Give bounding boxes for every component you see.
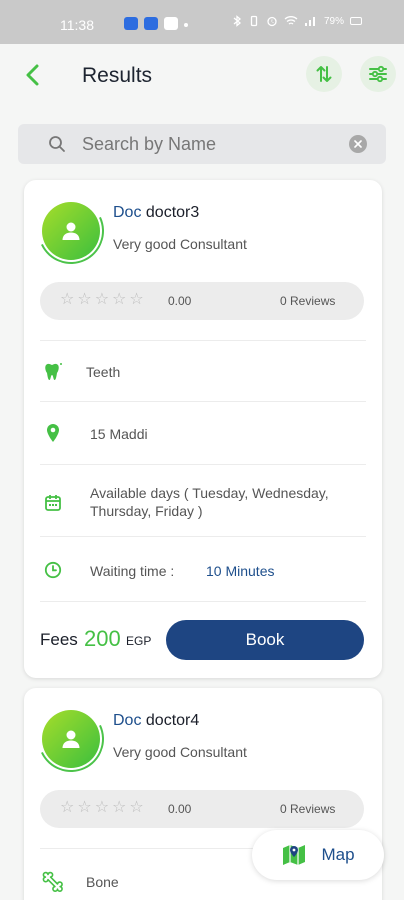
app-header: Results bbox=[0, 44, 404, 114]
vibrate-icon bbox=[250, 15, 258, 27]
wifi-icon bbox=[284, 16, 298, 25]
doctor-name[interactable]: Doc doctor3 bbox=[113, 204, 199, 222]
calendar-icon bbox=[42, 491, 64, 513]
map-label: Map bbox=[321, 845, 355, 864]
book-button[interactable]: Book bbox=[166, 620, 364, 660]
specialty-text: Teeth bbox=[86, 364, 121, 380]
notification-app-icon bbox=[164, 17, 178, 30]
chevron-left-icon bbox=[26, 64, 39, 86]
avatar bbox=[42, 710, 100, 768]
notification-app-icon bbox=[124, 17, 138, 30]
doctor-prefix: Doc bbox=[113, 712, 142, 729]
rating-value: 0.00 bbox=[168, 802, 192, 816]
page-title: Results bbox=[82, 64, 153, 87]
sort-arrows-icon bbox=[316, 66, 332, 82]
star-outline-icon: ☆ bbox=[94, 799, 110, 816]
status-bar: 11:38 79% bbox=[0, 0, 404, 44]
battery-percent: 79% bbox=[324, 15, 345, 27]
fees-currency: EGP bbox=[126, 634, 152, 648]
alarm-icon bbox=[267, 16, 277, 27]
star-outline-icon: ☆ bbox=[77, 799, 92, 816]
rating-bar: ☆ ☆ ☆ ☆ ☆ 0.00 0 Reviews bbox=[40, 790, 364, 828]
rating-stars: ☆ ☆ ☆ ☆ ☆ bbox=[60, 291, 144, 309]
rating-stars: ☆ ☆ ☆ ☆ ☆ bbox=[60, 799, 144, 817]
bluetooth-icon bbox=[233, 15, 242, 27]
doctor-name[interactable]: Doc doctor4 bbox=[113, 712, 199, 730]
star-outline-icon: ☆ bbox=[60, 799, 75, 816]
reviews-count[interactable]: 0 Reviews bbox=[280, 294, 335, 308]
rating-bar: ☆ ☆ ☆ ☆ ☆ 0.00 0 Reviews bbox=[40, 282, 364, 320]
star-outline-icon: ☆ bbox=[112, 799, 127, 816]
doctor-subtitle: Very good Consultant bbox=[113, 744, 247, 760]
user-icon bbox=[62, 730, 80, 748]
divider bbox=[40, 464, 366, 465]
doctor-name-text: doctor3 bbox=[145, 204, 200, 221]
divider bbox=[40, 340, 366, 341]
divider bbox=[40, 601, 366, 602]
map-button[interactable]: Map bbox=[252, 830, 384, 880]
reviews-count[interactable]: 0 Reviews bbox=[280, 802, 335, 816]
status-time: 11:38 bbox=[60, 17, 94, 33]
tooth-icon bbox=[42, 361, 64, 383]
divider bbox=[40, 401, 366, 402]
doctor-prefix: Doc bbox=[113, 204, 142, 221]
map-icon bbox=[283, 845, 306, 865]
clock-icon bbox=[42, 559, 64, 581]
fees-amount: 200 bbox=[84, 626, 121, 651]
star-outline-icon: ☆ bbox=[129, 799, 144, 816]
status-notification-icons bbox=[124, 17, 188, 30]
divider bbox=[40, 536, 366, 537]
user-icon bbox=[62, 222, 80, 240]
search-input[interactable] bbox=[82, 128, 346, 160]
star-outline-icon: ☆ bbox=[129, 291, 144, 308]
battery-icon bbox=[350, 17, 363, 25]
avatar bbox=[42, 202, 100, 260]
doctor-card[interactable]: Doc doctor3 Very good Consultant ☆ ☆ ☆ ☆… bbox=[24, 180, 382, 678]
available-days-text: Available days ( Tuesday, Wednesday, Thu… bbox=[90, 485, 329, 519]
waiting-time-label: Waiting time : bbox=[90, 563, 175, 579]
bone-icon bbox=[42, 870, 64, 892]
status-system-icons: 79% bbox=[232, 15, 363, 27]
sort-button[interactable] bbox=[306, 56, 342, 92]
notification-dot-icon bbox=[184, 23, 188, 27]
star-outline-icon: ☆ bbox=[94, 291, 110, 308]
star-outline-icon: ☆ bbox=[77, 291, 92, 308]
back-button[interactable] bbox=[18, 60, 48, 90]
clear-search-button[interactable] bbox=[349, 135, 367, 153]
close-icon bbox=[354, 140, 362, 148]
filter-button[interactable] bbox=[360, 56, 396, 92]
doctor-name-text: doctor4 bbox=[145, 712, 200, 729]
fees-label: Fees bbox=[40, 630, 78, 649]
address-text: 15 Maddi bbox=[90, 426, 148, 442]
location-pin-icon bbox=[42, 422, 64, 444]
doctor-subtitle: Very good Consultant bbox=[113, 236, 247, 252]
notification-app-icon bbox=[144, 17, 158, 30]
star-outline-icon: ☆ bbox=[60, 291, 75, 308]
search-icon bbox=[49, 136, 65, 152]
search-bar bbox=[18, 124, 386, 164]
waiting-time-value: 10 Minutes bbox=[206, 563, 275, 579]
star-outline-icon: ☆ bbox=[112, 291, 127, 308]
signal-icon bbox=[305, 17, 315, 26]
specialty-text: Bone bbox=[86, 874, 119, 890]
rating-value: 0.00 bbox=[168, 294, 192, 308]
sliders-icon bbox=[369, 65, 387, 83]
